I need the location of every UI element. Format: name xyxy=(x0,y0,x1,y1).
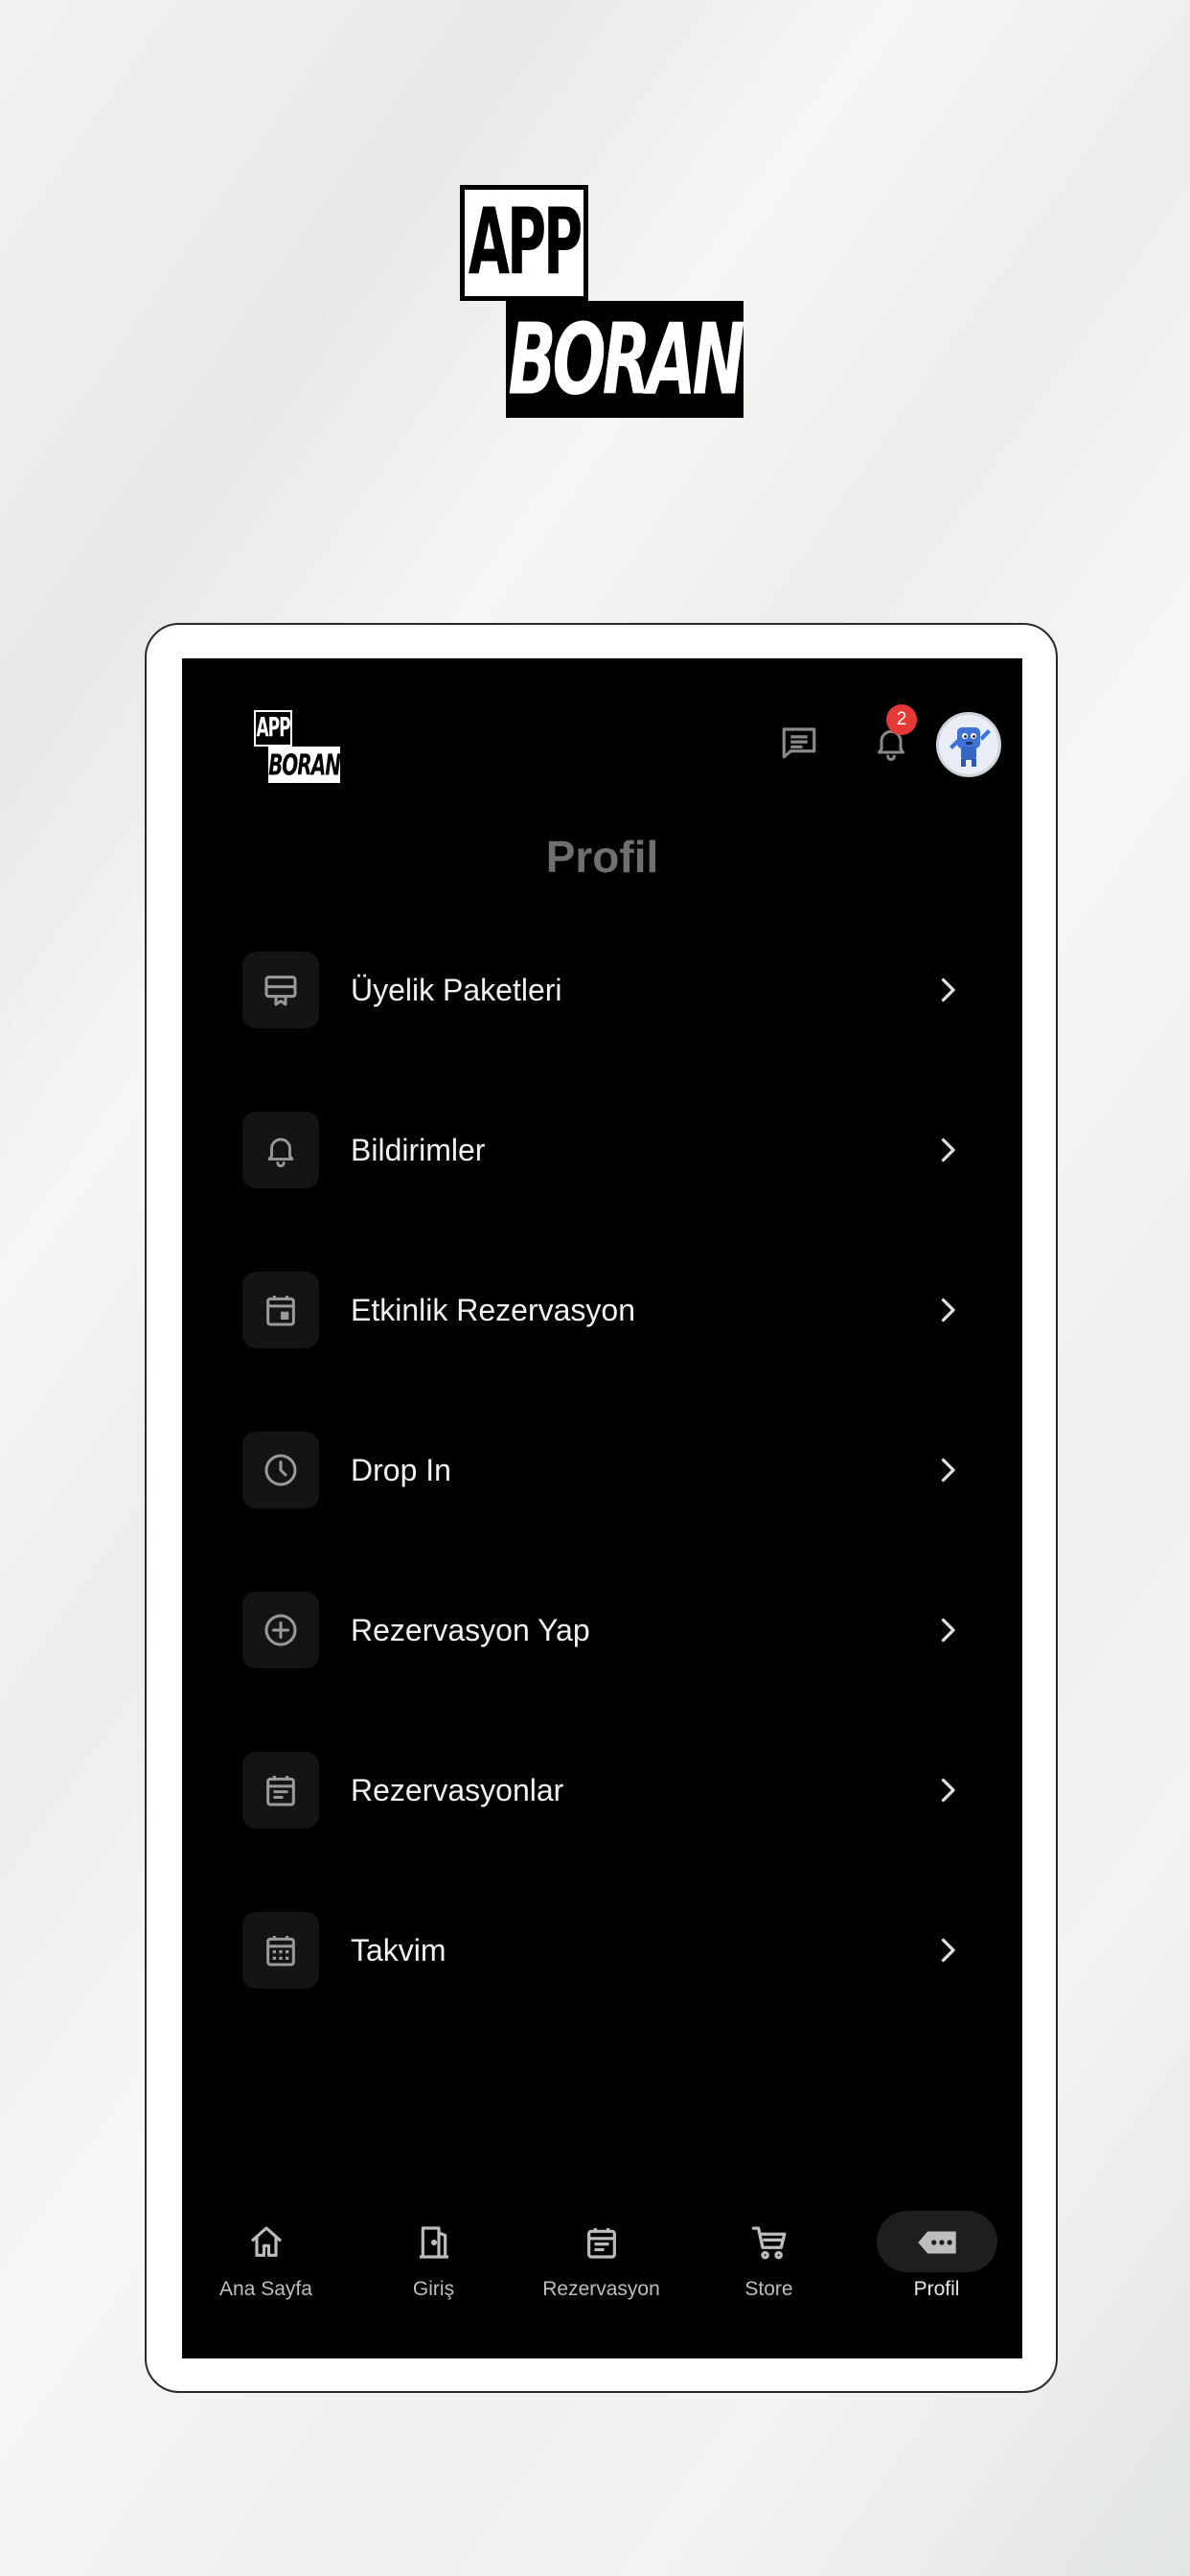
nav-item-rezervasyon[interactable]: Rezervasyon xyxy=(517,2211,685,2316)
logo-boran-text: BORAN xyxy=(508,302,745,417)
brand-logo: APP BORAN xyxy=(460,185,745,418)
chat-icon[interactable] xyxy=(770,714,828,771)
logo-app-text: APP xyxy=(468,190,583,296)
menu-item-takvim[interactable]: Takvim xyxy=(242,1912,961,1990)
list-calendar-icon xyxy=(242,1752,319,1828)
chevron-right-icon xyxy=(941,1298,955,1322)
app-logo: APP BORAN xyxy=(254,710,341,783)
mini-logo-app-text: APP xyxy=(256,713,290,744)
cart-icon xyxy=(747,2220,791,2265)
menu-item-bildirimler[interactable]: Bildirimler xyxy=(242,1112,961,1190)
membership-card-icon xyxy=(242,952,319,1028)
menu-item-label: Drop In xyxy=(351,1453,451,1487)
event-calendar-icon xyxy=(242,1272,319,1348)
chevron-right-icon xyxy=(941,1138,955,1162)
avatar[interactable] xyxy=(936,712,1001,777)
menu-item-label: Rezervasyon Yap xyxy=(351,1613,590,1647)
mini-logo-boran-text: BORAN xyxy=(268,748,341,782)
reservation-icon xyxy=(580,2220,624,2265)
menu-item-label: Etkinlik Rezervasyon xyxy=(351,1293,635,1327)
nav-item-profil[interactable]: Profil xyxy=(853,2211,1020,2316)
mini-logo-app-box: APP xyxy=(254,710,292,747)
chevron-right-icon xyxy=(941,1778,955,1803)
add-circle-icon xyxy=(242,1592,319,1668)
nav-item-ana-sayfa[interactable]: Ana Sayfa xyxy=(182,2211,350,2316)
nav-item-giris[interactable]: Giriş xyxy=(350,2211,517,2316)
app-screen: APP BORAN 2 Profil Üyelik Paketleri Bild… xyxy=(182,658,1022,2358)
chevron-right-icon xyxy=(941,1458,955,1483)
menu-item-label: Bildirimler xyxy=(351,1133,486,1167)
menu-item-rezervasyon-yap[interactable]: Rezervasyon Yap xyxy=(242,1592,961,1670)
mini-logo-boran-box: BORAN xyxy=(268,747,341,783)
nav-label: Rezervasyon xyxy=(542,2278,660,2300)
bottom-nav: Ana Sayfa Giriş Rezervasyon Store Profil xyxy=(182,2211,1022,2335)
nav-label: Profil xyxy=(913,2278,960,2300)
nav-label: Ana Sayfa xyxy=(219,2278,312,2300)
bell-icon xyxy=(242,1112,319,1188)
door-icon xyxy=(412,2220,456,2265)
nav-item-store[interactable]: Store xyxy=(685,2211,853,2316)
clock-icon xyxy=(242,1432,319,1508)
logo-boran-box: BORAN xyxy=(506,301,745,418)
page-title: Profil xyxy=(545,832,659,882)
menu-item-drop-in[interactable]: Drop In xyxy=(242,1432,961,1510)
menu-item-label: Rezervasyonlar xyxy=(351,1773,564,1807)
nav-label: Store xyxy=(744,2278,793,2300)
menu-item-label: Takvim xyxy=(351,1933,446,1967)
nav-label: Giriş xyxy=(412,2278,455,2300)
calendar-grid-icon xyxy=(242,1912,319,1989)
notification-badge: 2 xyxy=(886,704,917,735)
chevron-right-icon xyxy=(941,1618,955,1643)
avatar-mascot-icon xyxy=(950,727,991,767)
chevron-right-icon xyxy=(941,978,955,1002)
menu-item-etkinlik-rezervasyon[interactable]: Etkinlik Rezervasyon xyxy=(242,1272,961,1350)
home-icon xyxy=(244,2220,288,2265)
menu-item-label: Üyelik Paketleri xyxy=(351,973,562,1007)
chevron-right-icon xyxy=(941,1938,955,1963)
menu-item-rezervasyonlar[interactable]: Rezervasyonlar xyxy=(242,1752,961,1830)
profile-tag-icon xyxy=(915,2220,959,2265)
logo-app-box: APP xyxy=(460,185,588,301)
menu-item-uyelik-paketleri[interactable]: Üyelik Paketleri xyxy=(242,952,961,1030)
